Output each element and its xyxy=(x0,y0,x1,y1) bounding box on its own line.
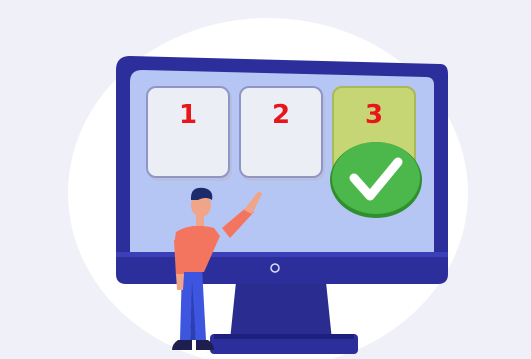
person-hand xyxy=(244,192,262,214)
person-shoe-right xyxy=(196,340,214,350)
illustration: 1 2 3 xyxy=(0,0,531,359)
person-pointing xyxy=(172,187,262,350)
person-shoe-left xyxy=(172,340,192,350)
person-hair xyxy=(190,187,213,200)
